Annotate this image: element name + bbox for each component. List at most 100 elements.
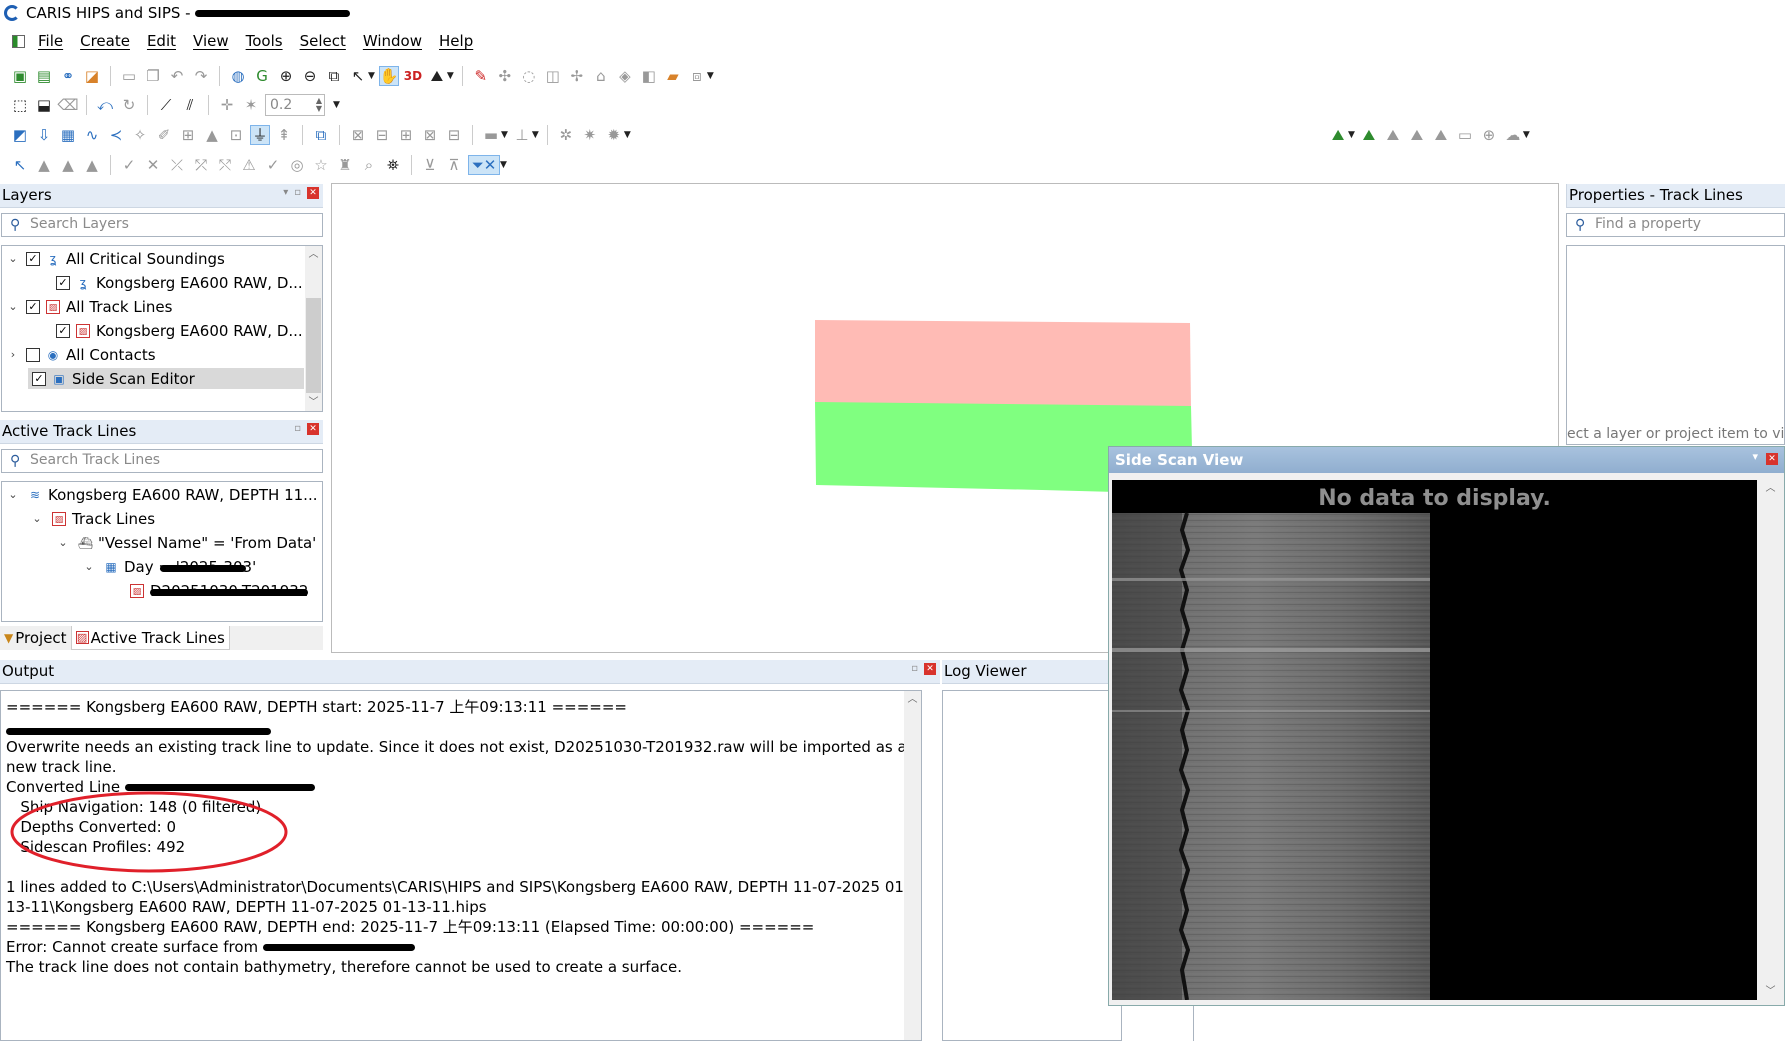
- menu-create[interactable]: Create: [80, 32, 138, 50]
- process-r-icon[interactable]: ⊥: [512, 125, 532, 145]
- zoom-dropdown-icon[interactable]: ▼: [333, 100, 340, 110]
- panel-close-icon[interactable]: ✕: [307, 423, 319, 435]
- window-menu-icon[interactable]: [12, 35, 25, 48]
- surface-a-dropdown-icon[interactable]: ▼: [1348, 130, 1355, 140]
- search-track-lines-input[interactable]: ⚲ Search Track Lines: [1, 449, 323, 473]
- val-k-icon[interactable]: ⊻: [420, 155, 440, 175]
- collapse-icon[interactable]: ⌄: [6, 300, 20, 313]
- side-scan-titlebar[interactable]: Side Scan View ▾ ✕: [1109, 447, 1784, 473]
- surface-d-icon[interactable]: ⛰: [1407, 125, 1427, 145]
- menu-view[interactable]: View: [193, 32, 237, 50]
- scroll-up-icon[interactable]: ︿: [305, 246, 322, 263]
- collapse-icon[interactable]: ⌄: [82, 560, 96, 573]
- select-arrow-icon[interactable]: ↖: [348, 66, 368, 86]
- layer-row-selected[interactable]: ✓ ▣ Side Scan Editor: [28, 368, 304, 389]
- surface-h-icon[interactable]: ☁: [1503, 125, 1523, 145]
- process-a-icon[interactable]: ◩: [10, 125, 30, 145]
- track-line-port-swath[interactable]: [815, 320, 1191, 407]
- output-scrollbar[interactable]: ︿: [904, 691, 921, 1040]
- process-q-icon[interactable]: ▬: [481, 125, 501, 145]
- track-tree-row[interactable]: ⌄ ≋ Kongsberg EA600 RAW, DEPTH 11...: [6, 484, 317, 505]
- search-layers-input[interactable]: ⚲ Search Layers: [1, 213, 323, 237]
- layer-checkbox[interactable]: ✓: [56, 323, 70, 338]
- process-n-icon[interactable]: ⊞: [396, 125, 416, 145]
- tool-f-icon[interactable]: ◈: [615, 66, 635, 86]
- layer-row[interactable]: › ◉ All Contacts: [6, 344, 156, 365]
- menu-help[interactable]: Help: [439, 32, 481, 50]
- layer-checkbox[interactable]: ✓: [26, 251, 40, 266]
- spark-icon[interactable]: ✶: [241, 95, 261, 115]
- menu-select[interactable]: Select: [300, 32, 354, 50]
- tool-b-icon[interactable]: ◌: [519, 66, 539, 86]
- expand-icon[interactable]: ›: [6, 348, 20, 361]
- process-u-dropdown-icon[interactable]: ▼: [624, 130, 631, 140]
- refresh-icon[interactable]: G: [252, 66, 272, 86]
- tab-project[interactable]: ▼ Project: [0, 626, 71, 650]
- measure-icon[interactable]: ✎: [471, 66, 491, 86]
- tool-h-dropdown-icon[interactable]: ▼: [707, 71, 714, 81]
- process-j-icon[interactable]: ⊡: [226, 125, 246, 145]
- warning-icon[interactable]: ⚠: [239, 155, 259, 175]
- layers-scrollbar[interactable]: ︿ ﹀: [305, 246, 322, 411]
- window-tile-icon[interactable]: ⧉: [311, 125, 331, 145]
- tool-a-icon[interactable]: ✣: [495, 66, 515, 86]
- panel-pin-icon[interactable]: ▫: [294, 423, 301, 435]
- tool-g-icon[interactable]: ◧: [639, 66, 659, 86]
- surface-b-icon[interactable]: ⛰: [1359, 125, 1379, 145]
- zoom-in-icon[interactable]: ⊕: [276, 66, 296, 86]
- surface-e-icon[interactable]: ⛰: [1431, 125, 1451, 145]
- process-l-icon[interactable]: ⊠: [348, 125, 368, 145]
- val-f-icon[interactable]: ⤲: [215, 155, 235, 175]
- val-i-icon[interactable]: ♜: [335, 155, 355, 175]
- rotate-icon[interactable]: ↻: [119, 95, 139, 115]
- val-e-icon[interactable]: ⤱: [191, 155, 211, 175]
- val-d-icon[interactable]: ⤫: [167, 155, 187, 175]
- tab-active-track-lines[interactable]: ▨ Active Track Lines: [70, 626, 230, 650]
- reject-icon[interactable]: ✕: [143, 155, 163, 175]
- menu-tools[interactable]: Tools: [246, 32, 291, 50]
- layer-checkbox[interactable]: ✓: [32, 371, 46, 386]
- window-menu-dropdown-icon[interactable]: ▾: [1752, 450, 1758, 463]
- layers-icon[interactable]: ◪: [82, 66, 102, 86]
- layer-checkbox[interactable]: ✓: [56, 275, 70, 290]
- panel-menu-icon[interactable]: ▾: [283, 187, 288, 199]
- open-project-icon[interactable]: ▣: [10, 66, 30, 86]
- val-a-icon[interactable]: ▲: [34, 155, 54, 175]
- panel-pin-icon[interactable]: ▫: [911, 663, 918, 675]
- tool-h-icon[interactable]: ⧈: [687, 66, 707, 86]
- collapse-icon[interactable]: ⌄: [30, 512, 44, 525]
- process-d-icon[interactable]: ∿: [82, 125, 102, 145]
- scroll-down-icon[interactable]: ﹀: [1762, 983, 1779, 1000]
- process-c-icon[interactable]: ▦: [58, 125, 78, 145]
- import-icon[interactable]: ▤: [34, 66, 54, 86]
- process-k-icon[interactable]: ⇞: [274, 125, 294, 145]
- zoom-out-icon[interactable]: ⊖: [300, 66, 320, 86]
- select-poly-icon[interactable]: ⬓: [34, 95, 54, 115]
- process-b-icon[interactable]: ⇩: [34, 125, 54, 145]
- tool-c-icon[interactable]: ◫: [543, 66, 563, 86]
- select-rect-icon[interactable]: ⬚: [10, 95, 30, 115]
- collapse-icon[interactable]: ⌄: [6, 252, 20, 265]
- filter-dropdown-icon[interactable]: ▼: [500, 160, 507, 170]
- terrain-dropdown-icon[interactable]: ▼: [447, 71, 454, 81]
- 3d-view-icon[interactable]: 3D: [403, 66, 423, 86]
- pan-hand-icon[interactable]: ✋: [378, 66, 399, 86]
- process-p-icon[interactable]: ⊟: [444, 125, 464, 145]
- val-g-icon[interactable]: ✓: [263, 155, 283, 175]
- process-h-icon[interactable]: ⊞: [178, 125, 198, 145]
- track-tree-row[interactable]: ▨ D20251030-T201932: [130, 580, 308, 601]
- process-r-dropdown-icon[interactable]: ▼: [532, 130, 539, 140]
- process-u-icon[interactable]: ✹: [604, 125, 624, 145]
- tool-d-icon[interactable]: ✢: [567, 66, 587, 86]
- process-f-icon[interactable]: ✧: [130, 125, 150, 145]
- process-s-icon[interactable]: ✲: [556, 125, 576, 145]
- layer-row[interactable]: ⌄ ✓ ʓ All Critical Soundings: [6, 248, 224, 269]
- process-g-icon[interactable]: ✐: [154, 125, 174, 145]
- zoom-box-icon[interactable]: ⧉: [324, 66, 344, 86]
- move-icon[interactable]: ✛: [217, 95, 237, 115]
- process-e-icon[interactable]: ≺: [106, 125, 126, 145]
- surface-h-dropdown-icon[interactable]: ▼: [1523, 130, 1530, 140]
- panel-close-icon[interactable]: ✕: [307, 187, 319, 199]
- track-tree-row[interactable]: ⌄ ▨ Track Lines: [30, 508, 155, 529]
- panel-close-icon[interactable]: ✕: [924, 663, 936, 675]
